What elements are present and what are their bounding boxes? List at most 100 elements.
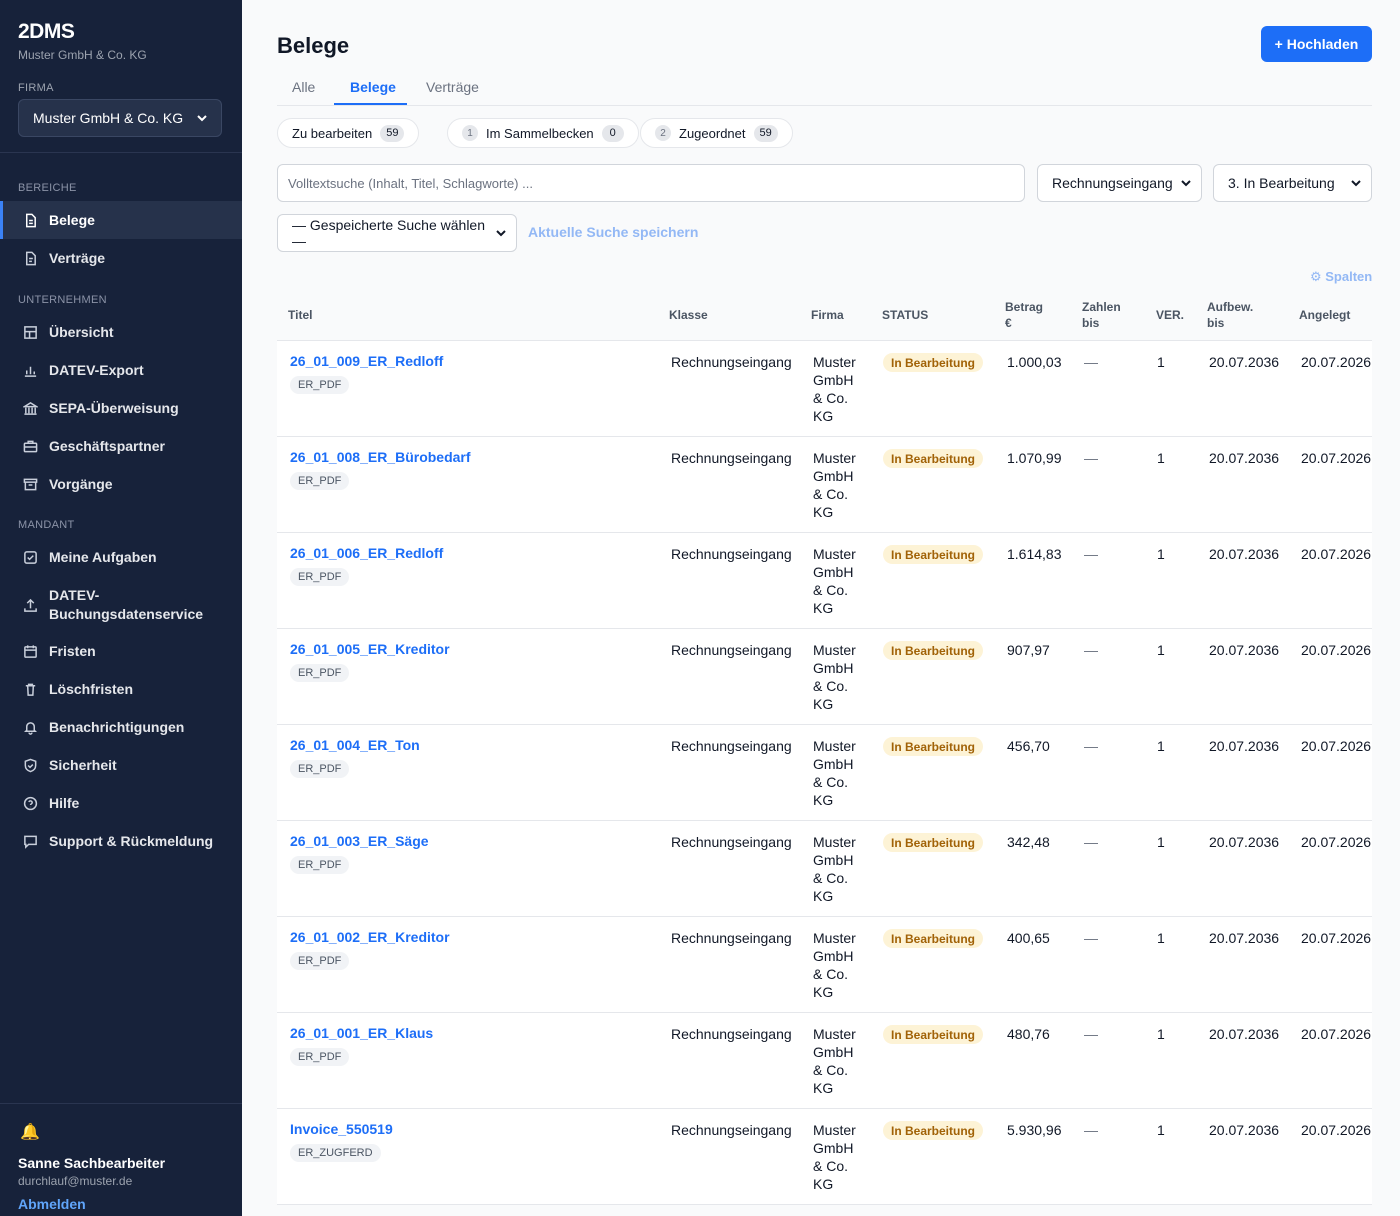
document-title-link[interactable]: 26_01_005_ER_Kreditor bbox=[290, 641, 450, 657]
cell-zahlen-bis: — bbox=[1084, 930, 1098, 946]
status-badge: In Bearbeitung bbox=[883, 545, 984, 564]
th-status[interactable]: STATUS bbox=[882, 307, 928, 323]
cell-firma-line: GmbH bbox=[813, 852, 854, 868]
status-select[interactable]: 3. In Bearbeitung bbox=[1213, 164, 1372, 202]
cell-firma-line: GmbH bbox=[813, 756, 854, 772]
th-titel[interactable]: Titel bbox=[288, 307, 312, 323]
upload-button[interactable]: + Hochladen bbox=[1261, 26, 1372, 62]
document-title-link[interactable]: 26_01_003_ER_Säge bbox=[290, 833, 429, 849]
tab-belege[interactable]: Belege bbox=[350, 79, 396, 95]
pill-count: 0 bbox=[601, 124, 624, 142]
sidebar-item-sepa[interactable]: SEPA-Überweisung bbox=[0, 389, 242, 427]
upload-icon bbox=[22, 597, 38, 613]
sidebar-item-datev-export[interactable]: DATEV-Export bbox=[0, 351, 242, 389]
sidebar-item-hilfe[interactable]: Hilfe bbox=[0, 784, 242, 822]
table-row[interactable]: Invoice_550519 ER_ZUGFERD Rechnungseingang… bbox=[277, 1109, 1372, 1205]
sidebar-item-fristen[interactable]: Fristen bbox=[0, 632, 242, 670]
th-angelegt[interactable]: Angelegt bbox=[1299, 307, 1350, 323]
sidebar-item-benachrichtigungen[interactable]: Benachrichtigungen bbox=[0, 708, 242, 746]
table-row[interactable]: 26_01_006_ER_Redloff ER_PDF Rechnungseinga… bbox=[277, 533, 1372, 629]
th-ver[interactable]: VER. bbox=[1156, 307, 1184, 323]
th-zahlen-line1: Zahlen bbox=[1082, 300, 1121, 314]
dashboard-icon bbox=[22, 324, 38, 340]
th-betrag[interactable]: Betrag € bbox=[1005, 299, 1043, 331]
document-title-link[interactable]: 26_01_009_ER_Redloff bbox=[290, 353, 443, 369]
section-label-mandant: MANDANT bbox=[18, 519, 75, 531]
th-firma[interactable]: Firma bbox=[811, 307, 844, 323]
sidebar-item-label: Benachrichtigungen bbox=[49, 719, 185, 735]
document-title-link[interactable]: 26_01_008_ER_Bürobedarf bbox=[290, 449, 471, 465]
document-title-link[interactable]: Invoice_550519 bbox=[290, 1121, 393, 1137]
cell-klasse: Rechnungseingang bbox=[671, 930, 792, 946]
pill-zugeordnet[interactable]: 2 Zugeordnet 59 bbox=[640, 118, 793, 148]
sidebar-item-meine-aufgaben[interactable]: Meine Aufgaben bbox=[0, 538, 242, 576]
sidebar-item-belege[interactable]: Belege bbox=[0, 201, 242, 239]
sidebar-item-vertraege[interactable]: Verträge bbox=[0, 239, 242, 277]
table-row[interactable]: 26_01_002_ER_Kreditor ER_PDF Rechnungseing… bbox=[277, 917, 1372, 1013]
firma-label: FIRMA bbox=[18, 82, 54, 94]
page-title: Belege bbox=[277, 33, 350, 58]
th-klasse[interactable]: Klasse bbox=[669, 307, 708, 323]
columns-settings-link[interactable]: ⚙ Spalten bbox=[1310, 269, 1372, 285]
th-zahlen-bis[interactable]: Zahlen bis bbox=[1082, 299, 1121, 331]
search-input[interactable] bbox=[277, 164, 1025, 202]
cell-firma-line: Muster bbox=[813, 642, 856, 658]
document-type-tag: ER_PDF bbox=[290, 472, 350, 490]
status-badge: In Bearbeitung bbox=[883, 1121, 984, 1140]
cell-angelegt: 20.07.2026 bbox=[1301, 642, 1372, 658]
sidebar-item-label: Verträge bbox=[49, 250, 106, 266]
document-icon bbox=[22, 212, 38, 228]
table-row[interactable]: 26_01_004_ER_Ton ER_PDF Rechnungseingang Mu… bbox=[277, 725, 1372, 821]
status-badge: In Bearbeitung bbox=[883, 929, 984, 948]
pill-zu-bearbeiten[interactable]: Zu bearbeiten 59 bbox=[277, 118, 420, 148]
document-title-link[interactable]: 26_01_004_ER_Ton bbox=[290, 737, 420, 753]
brand-logo[interactable]: 2DMS bbox=[18, 20, 75, 44]
saved-search-select[interactable]: — Gespeicherte Suche wählen — bbox=[277, 214, 517, 252]
cell-betrag: 456,70 bbox=[1007, 738, 1050, 754]
table-row[interactable]: 26_01_003_ER_Säge ER_PDF Rechnungseingang M… bbox=[277, 821, 1372, 917]
chevron-down-icon bbox=[1181, 175, 1191, 191]
th-betrag-line1: Betrag bbox=[1005, 300, 1044, 314]
cell-zahlen-bis: — bbox=[1084, 450, 1098, 466]
saved-search-value: — Gespeicherte Suche wählen — bbox=[292, 217, 485, 249]
th-betrag-line2: € bbox=[1005, 316, 1012, 330]
cell-zahlen-bis: — bbox=[1084, 1026, 1098, 1042]
sidebar-item-vorgaenge[interactable]: Vorgänge bbox=[0, 465, 242, 503]
sidebar-item-geschaeftspartner[interactable]: Geschäftspartner bbox=[0, 427, 242, 465]
table-row[interactable]: 26_01_001_ER_Klaus ER_PDF Rechnungseingang… bbox=[277, 1013, 1372, 1109]
sidebar-item-sicherheit[interactable]: Sicherheit bbox=[0, 746, 242, 784]
firma-select[interactable]: Muster GmbH & Co. KG bbox=[18, 99, 222, 137]
notification-bell-icon[interactable]: 🔔 bbox=[20, 1122, 40, 1142]
table-row[interactable]: 26_01_005_ER_Kreditor ER_PDF Rechnungseing… bbox=[277, 629, 1372, 725]
tab-vertraege[interactable]: Verträge bbox=[426, 79, 479, 95]
cell-firma-line: Muster bbox=[813, 738, 856, 754]
sidebar-item-label: Fristen bbox=[49, 643, 96, 659]
cell-betrag: 1.070,99 bbox=[1007, 450, 1062, 466]
cell-firma-line: & Co. bbox=[813, 966, 849, 982]
document-title-link[interactable]: 26_01_001_ER_Klaus bbox=[290, 1025, 433, 1041]
cell-firma: Muster GmbH & Co. KG bbox=[813, 1121, 856, 1193]
document-title-link[interactable]: 26_01_006_ER_Redloff bbox=[290, 545, 443, 561]
cell-firma: Muster GmbH & Co. KG bbox=[813, 1025, 856, 1097]
pill-im-sammelbecken[interactable]: 1 Im Sammelbecken 0 bbox=[447, 118, 639, 148]
cell-aufbew-bis: 20.07.2036 bbox=[1209, 546, 1280, 562]
cell-klasse: Rechnungseingang bbox=[671, 354, 792, 370]
sidebar-item-datev-buchungsdatenservice[interactable]: DATEV- Buchungsdatenservice bbox=[0, 580, 242, 630]
cell-firma-line: & Co. bbox=[813, 486, 849, 502]
firma-select-value: Muster GmbH & Co. KG bbox=[33, 110, 184, 126]
cell-firma-line: Muster bbox=[813, 354, 856, 370]
table-row[interactable]: 26_01_008_ER_Bürobedarf ER_PDF Rechnungsei… bbox=[277, 437, 1372, 533]
document-title-link[interactable]: 26_01_002_ER_Kreditor bbox=[290, 929, 450, 945]
th-aufbew-bis[interactable]: Aufbew. bis bbox=[1207, 299, 1253, 331]
chevron-down-icon bbox=[1351, 175, 1361, 191]
cell-firma-line: & Co. bbox=[813, 1158, 849, 1174]
sidebar-item-uebersicht[interactable]: Übersicht bbox=[0, 313, 242, 351]
table-row[interactable]: 26_01_009_ER_Redloff ER_PDF Rechnungseinga… bbox=[277, 341, 1372, 437]
save-search-link[interactable]: Aktuelle Suche speichern bbox=[528, 224, 698, 240]
sidebar-item-support[interactable]: Support & Rückmeldung bbox=[0, 822, 242, 860]
tab-alle[interactable]: Alle bbox=[292, 79, 315, 95]
sidebar-item-label-line2: Buchungsdatenservice bbox=[49, 606, 204, 622]
class-select[interactable]: Rechnungseingang bbox=[1037, 164, 1202, 202]
sidebar-item-loeschfristen[interactable]: Löschfristen bbox=[0, 670, 242, 708]
logout-link[interactable]: Abmelden bbox=[18, 1196, 86, 1212]
